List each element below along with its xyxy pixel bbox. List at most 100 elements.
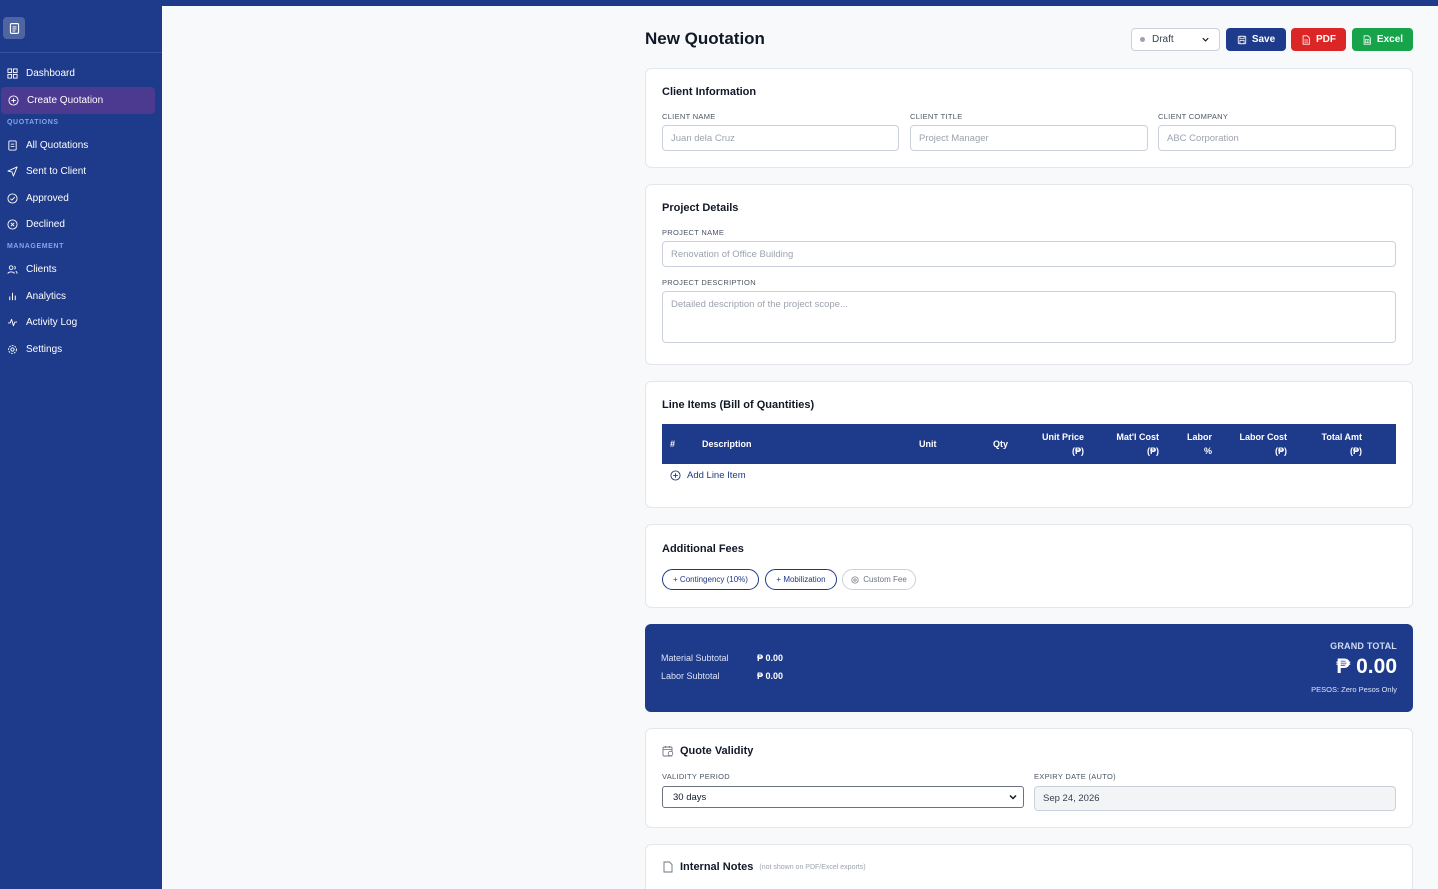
project-description-textarea[interactable]: Detailed description of the project scop… bbox=[662, 291, 1396, 343]
grand-total-label: GRAND TOTAL bbox=[1330, 641, 1397, 651]
send-icon bbox=[7, 165, 18, 177]
note-icon bbox=[663, 861, 673, 873]
quote-validity-title: Quote Validity bbox=[662, 745, 753, 757]
document-icon bbox=[9, 22, 19, 34]
gear-icon bbox=[7, 344, 18, 355]
contingency-fee-button[interactable]: + Contingency (10%) bbox=[662, 569, 759, 590]
grand-total-in-words: PESOS: Zero Pesos Only bbox=[1311, 685, 1397, 694]
document-icon bbox=[7, 139, 18, 151]
expiry-date-field: Sep 24, 2026 bbox=[1034, 786, 1396, 811]
col-number: # bbox=[670, 439, 676, 449]
col-labor-percent: Labor% bbox=[1187, 430, 1212, 458]
sidebar-item-declined[interactable]: Declined bbox=[0, 211, 162, 237]
validity-period-select[interactable]: 30 days bbox=[662, 786, 1024, 808]
line-items-table-header: # Description Unit Qty Unit Price (₱) Mat… bbox=[662, 424, 1396, 464]
col-unit-price: Unit Price (₱) bbox=[1042, 430, 1084, 458]
labor-subtotal-value: ₱ 0.00 bbox=[757, 671, 784, 681]
sidebar-item-analytics[interactable]: Analytics bbox=[0, 283, 162, 309]
col-labor-unit: % bbox=[1203, 446, 1212, 456]
project-description-label: PROJECT DESCRIPTION bbox=[662, 278, 756, 287]
labor-subtotal-label: Labor Subtotal bbox=[661, 671, 720, 681]
validity-period-label: VALIDITY PERIOD bbox=[662, 772, 730, 781]
save-button[interactable]: Save bbox=[1226, 28, 1286, 51]
nav-section-management: MANAGEMENT bbox=[7, 243, 64, 250]
sidebar-item-label: Activity Log bbox=[26, 316, 78, 328]
project-name-label: PROJECT NAME bbox=[662, 228, 725, 237]
add-line-item-button[interactable]: Add Line Item bbox=[670, 470, 746, 481]
internal-notes-title-text: Internal Notes bbox=[680, 861, 754, 873]
col-labor-cost-label: Labor Cost bbox=[1239, 432, 1287, 442]
project-details-card: Project Details PROJECT NAME Renovation … bbox=[645, 184, 1413, 365]
additional-fees-title: Additional Fees bbox=[662, 543, 744, 555]
col-labor-cost: Labor Cost (₱) bbox=[1239, 430, 1287, 458]
client-title-label: CLIENT TITLE bbox=[910, 112, 963, 121]
sidebar-divider bbox=[0, 52, 162, 53]
expiry-date-label: EXPIRY DATE (AUTO) bbox=[1034, 772, 1116, 781]
status-select[interactable]: Draft bbox=[1131, 28, 1220, 51]
add-line-item-label: Add Line Item bbox=[687, 470, 746, 481]
chevron-down-icon bbox=[1202, 37, 1209, 42]
sidebar-item-approved[interactable]: Approved bbox=[0, 185, 162, 211]
x-circle-icon bbox=[7, 218, 18, 230]
check-circle-icon bbox=[7, 192, 18, 204]
material-subtotal-value: ₱ 0.00 bbox=[757, 653, 784, 663]
col-total-unit: (₱) bbox=[1350, 446, 1362, 456]
sidebar-item-clients[interactable]: Clients bbox=[0, 256, 162, 282]
plus-circle-icon bbox=[8, 95, 19, 106]
nav-section-quotations: QUOTATIONS bbox=[7, 119, 59, 126]
users-icon bbox=[7, 264, 18, 275]
additional-fees-card: Additional Fees + Contingency (10%) + Mo… bbox=[645, 524, 1413, 608]
custom-fee-label: Custom Fee bbox=[863, 575, 907, 584]
file-spreadsheet-icon bbox=[1363, 34, 1371, 45]
sidebar-item-activity-log[interactable]: Activity Log bbox=[0, 309, 162, 335]
project-details-title: Project Details bbox=[662, 202, 739, 214]
grid-icon bbox=[7, 67, 18, 79]
activity-icon bbox=[7, 317, 18, 328]
internal-notes-card: Internal Notes (not shown on PDF/Excel e… bbox=[645, 844, 1413, 889]
col-qty: Qty bbox=[993, 439, 1009, 449]
totals-summary: Material Subtotal ₱ 0.00 Labor Subtotal … bbox=[645, 624, 1413, 712]
col-description: Description bbox=[702, 439, 752, 449]
calendar-clock-icon bbox=[662, 746, 674, 757]
grand-total-value: ₱ 0.00 bbox=[1336, 655, 1397, 678]
top-accent-bar bbox=[0, 0, 1438, 6]
excel-button-label: Excel bbox=[1376, 34, 1404, 45]
col-unit: Unit bbox=[919, 439, 937, 449]
sidebar-item-label: Declined bbox=[26, 218, 65, 230]
line-items-title: Line Items (Bill of Quantities) bbox=[662, 399, 815, 411]
plus-circle-icon bbox=[670, 470, 681, 481]
app-logo[interactable] bbox=[3, 17, 25, 39]
file-pdf-icon bbox=[1302, 34, 1310, 45]
page-title: New Quotation bbox=[645, 29, 765, 48]
col-labor-cost-unit: (₱) bbox=[1275, 446, 1287, 456]
internal-notes-subtitle: (not shown on PDF/Excel exports) bbox=[759, 863, 866, 871]
client-title-input[interactable]: Project Manager bbox=[910, 125, 1148, 151]
excel-button[interactable]: Excel bbox=[1352, 28, 1413, 51]
validity-period-value: 30 days bbox=[673, 791, 707, 803]
sidebar-item-label: Dashboard bbox=[26, 67, 75, 79]
custom-fee-button[interactable]: Custom Fee bbox=[842, 569, 916, 590]
sidebar-item-create-quotation[interactable]: Create Quotation bbox=[1, 87, 155, 114]
sidebar-item-dashboard[interactable]: Dashboard bbox=[0, 60, 162, 86]
pdf-button[interactable]: PDF bbox=[1291, 28, 1346, 51]
sidebar-item-sent-to-client[interactable]: Sent to Client bbox=[0, 158, 162, 184]
client-information-card: Client Information CLIENT NAME Juan dela… bbox=[645, 68, 1413, 168]
client-company-input[interactable]: ABC Corporation bbox=[1158, 125, 1396, 151]
sidebar-item-label: Sent to Client bbox=[26, 165, 87, 177]
save-icon bbox=[1237, 35, 1246, 44]
client-name-input[interactable]: Juan dela Cruz bbox=[662, 125, 899, 151]
sidebar-item-label: Analytics bbox=[26, 290, 67, 302]
col-total-amount: Total Amt (₱) bbox=[1322, 430, 1363, 458]
col-unit-price-unit: (₱) bbox=[1072, 446, 1084, 456]
project-name-input[interactable]: Renovation of Office Building bbox=[662, 241, 1396, 267]
col-material-cost: Mat'l Cost (₱) bbox=[1116, 430, 1159, 458]
sidebar-item-settings[interactable]: Settings bbox=[0, 336, 162, 362]
sidebar-item-all-quotations[interactable]: All Quotations bbox=[0, 132, 162, 158]
client-name-label: CLIENT NAME bbox=[662, 112, 716, 121]
sidebar: Dashboard Create Quotation QUOTATIONS Al… bbox=[0, 6, 162, 889]
client-information-title: Client Information bbox=[662, 86, 757, 98]
col-material-cost-unit: (₱) bbox=[1147, 446, 1159, 456]
sidebar-item-label: Clients bbox=[26, 263, 57, 275]
col-unit-price-label: Unit Price bbox=[1041, 432, 1084, 442]
mobilization-fee-button[interactable]: + Mobilization bbox=[765, 569, 837, 590]
